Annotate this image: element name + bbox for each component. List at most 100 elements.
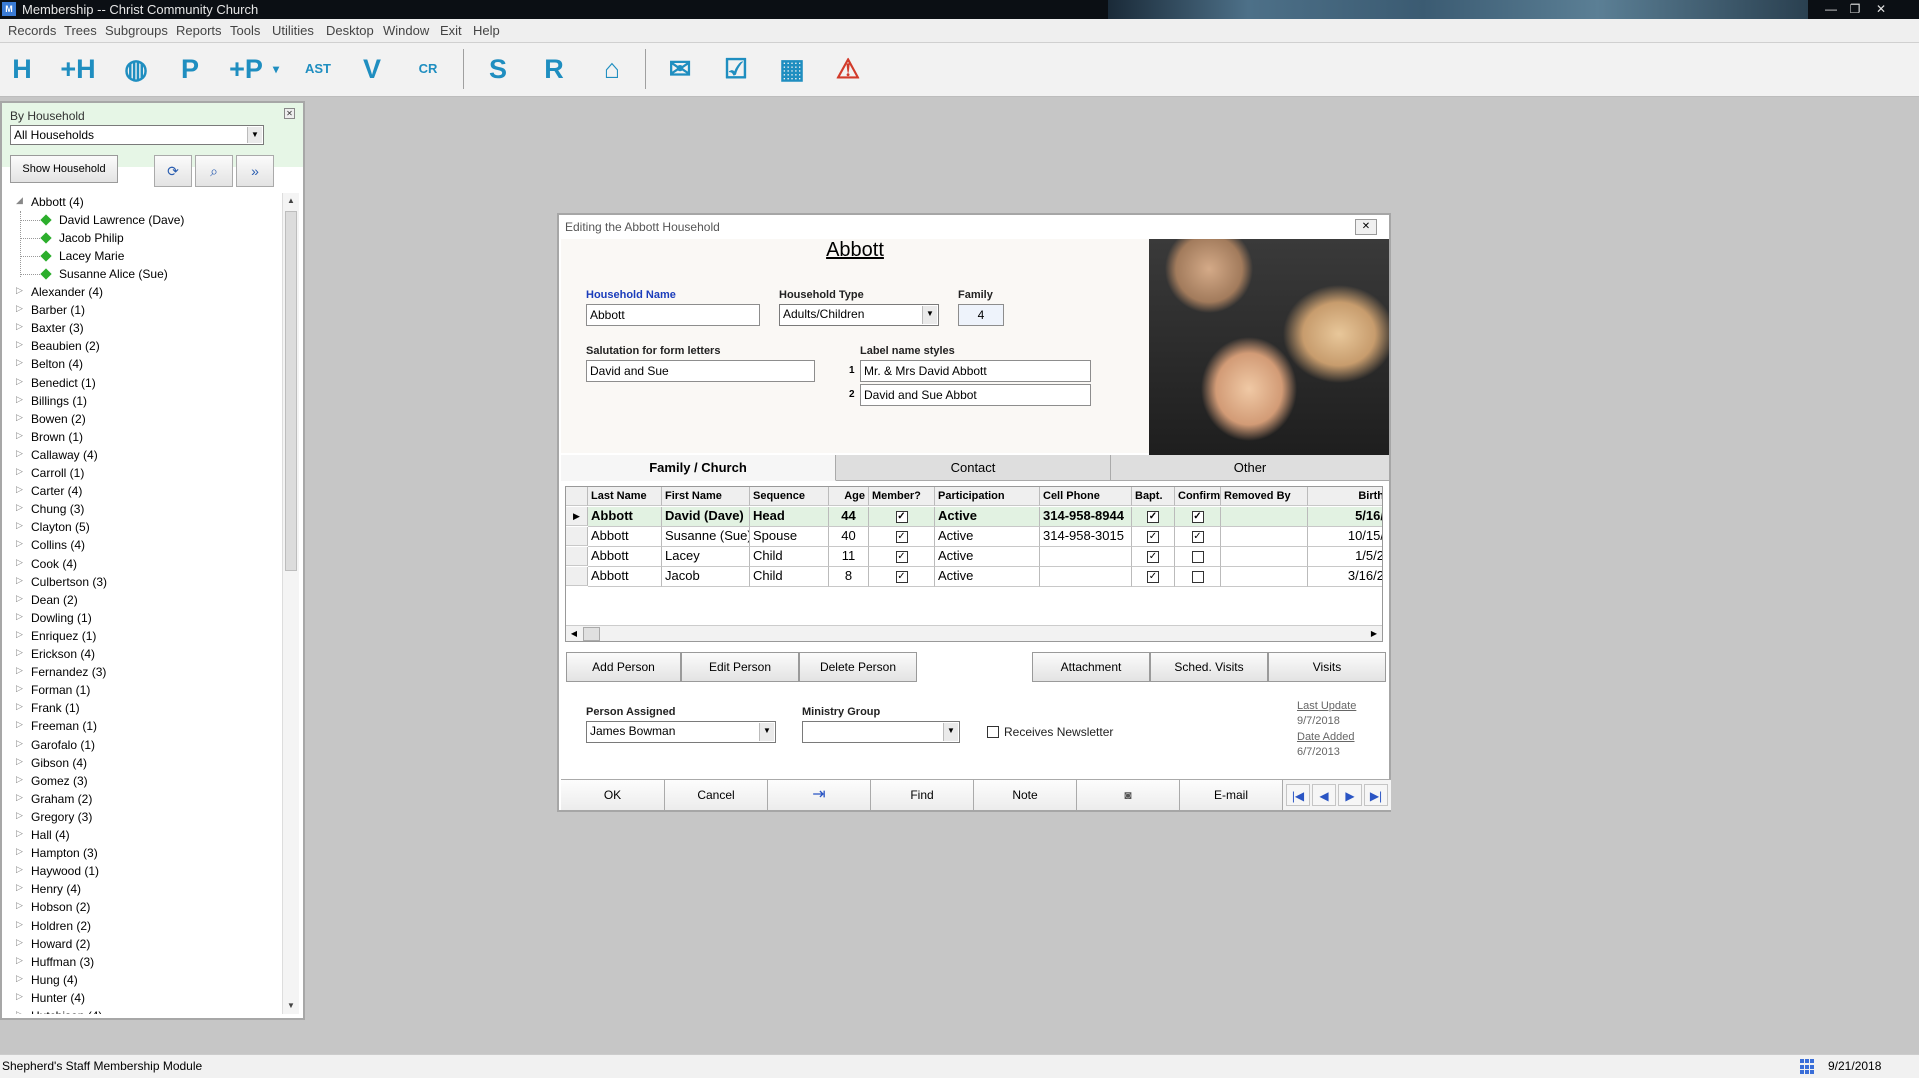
refresh-button[interactable]: ⟳ [154, 155, 192, 187]
cell-removed-by[interactable] [1221, 527, 1308, 547]
column-header-cell-phone[interactable]: Cell Phone [1040, 487, 1132, 506]
cell-removed-by[interactable] [1221, 567, 1308, 587]
expand-icon[interactable]: ▷ [16, 1009, 26, 1014]
contributions-button[interactable]: CR [408, 48, 448, 88]
expand-icon[interactable]: ▷ [16, 466, 26, 477]
household-name-field[interactable]: Abbott [586, 304, 760, 326]
household-nav-button[interactable]: ⇥ [768, 780, 871, 810]
salutation-field[interactable]: David and Sue [586, 360, 815, 382]
tree-node-household[interactable]: ▷ Hutchison (4) [2, 1007, 280, 1014]
cell-member[interactable]: ✓ [869, 547, 935, 567]
row-selector[interactable] [566, 547, 588, 566]
menu-reports[interactable]: Reports [176, 23, 222, 38]
cell-removed-by[interactable] [1221, 547, 1308, 567]
column-header-participation[interactable]: Participation [935, 487, 1040, 506]
previous-record-icon[interactable]: ◀ [1312, 784, 1336, 806]
first-record-icon[interactable]: |◀ [1286, 784, 1310, 806]
tree-node-person[interactable]: David Lawrence (Dave) [2, 211, 280, 229]
expand-icon[interactable]: ▷ [16, 430, 26, 441]
cell-participation[interactable]: Active [935, 567, 1040, 587]
menu-window[interactable]: Window [383, 23, 429, 38]
cell-member[interactable]: ✓ [869, 507, 935, 527]
camera-button[interactable]: ◙ [1077, 780, 1180, 810]
cancel-button[interactable]: Cancel [665, 780, 768, 810]
label-style-1-field[interactable]: Mr. & Mrs David Abbott [860, 360, 1091, 382]
visits-button[interactable]: Visits [1268, 652, 1386, 682]
tab-contact[interactable]: Contact [836, 455, 1111, 481]
tab-other[interactable]: Other [1111, 455, 1389, 481]
tree-node-household[interactable]: ▷ Fernandez (3) [2, 663, 280, 681]
expand-icon[interactable]: ▷ [16, 303, 26, 314]
cell-confirmed[interactable] [1175, 567, 1221, 587]
household-type-select[interactable]: Adults/Children ▼ [779, 304, 939, 326]
tree-node-household[interactable]: ▷ Culbertson (3) [2, 573, 280, 591]
tree-node-household[interactable]: ▷ Gibson (4) [2, 754, 280, 772]
scroll-thumb[interactable] [285, 211, 297, 571]
tree-node-household[interactable]: ▷ Brown (1) [2, 428, 280, 446]
tree-node-household[interactable]: ▷ Dean (2) [2, 591, 280, 609]
tree-node-person[interactable]: Susanne Alice (Sue) [2, 265, 280, 283]
tree-node-person[interactable]: Jacob Philip [2, 229, 280, 247]
person-button[interactable]: P [170, 48, 210, 88]
checkbox-icon[interactable]: ✓ [895, 550, 908, 563]
tree-node-household[interactable]: ▷ Hung (4) [2, 971, 280, 989]
cell-baptized[interactable]: ✓ [1132, 567, 1175, 587]
report-button[interactable]: R [534, 48, 574, 88]
panel-close-button[interactable]: ✕ [284, 108, 295, 119]
tree-node-household[interactable]: ▷ Carter (4) [2, 482, 280, 500]
checkbox-icon[interactable]: ✓ [895, 530, 908, 543]
tree-node-household[interactable]: ▷ Hobson (2) [2, 898, 280, 916]
cell-member[interactable]: ✓ [869, 567, 935, 587]
tree-node-household[interactable]: ▷ Carroll (1) [2, 464, 280, 482]
cell-age[interactable]: 44 [829, 507, 869, 527]
ok-button[interactable]: OK [561, 780, 665, 810]
tree-node-household[interactable]: ▷ Freeman (1) [2, 717, 280, 735]
tree-node-household[interactable]: ▷ Baxter (3) [2, 319, 280, 337]
row-selector[interactable]: ▶ [566, 507, 588, 526]
visitors-button[interactable]: V [352, 48, 392, 88]
cell-last-name[interactable]: Abbott [588, 567, 662, 587]
scroll-right-icon[interactable]: ▶ [1366, 626, 1382, 641]
windows-grid-icon[interactable] [1800, 1059, 1816, 1075]
menu-exit[interactable]: Exit [440, 23, 462, 38]
tree-scrollbar[interactable]: ▲ ▼ [282, 193, 299, 1014]
tree-node-household[interactable]: ▷ Frank (1) [2, 699, 280, 717]
checkbox-icon[interactable]: ✓ [1147, 530, 1159, 543]
tree-node-household[interactable]: ▷ Cook (4) [2, 555, 280, 573]
expand-icon[interactable]: ▷ [16, 756, 26, 767]
row-selector[interactable] [566, 527, 588, 546]
checkbox-icon[interactable] [1191, 550, 1204, 563]
menu-trees[interactable]: Trees [64, 23, 97, 38]
tree-node-household[interactable]: ▷ Gregory (3) [2, 808, 280, 826]
scroll-thumb[interactable] [583, 627, 600, 641]
checkbox-icon[interactable]: ✓ [1147, 550, 1159, 563]
expand-icon[interactable]: ▷ [16, 846, 26, 857]
row-selector[interactable] [566, 567, 588, 586]
search-globe-button[interactable]: ◍ [116, 48, 156, 88]
cell-confirmed[interactable]: ✓ [1175, 507, 1221, 527]
column-header-baptized[interactable]: Bapt. [1132, 487, 1175, 506]
ministry-group-select[interactable]: ▼ [802, 721, 960, 743]
person-assigned-select[interactable]: James Bowman ▼ [586, 721, 776, 743]
calendar-button[interactable]: ▦ [772, 48, 812, 88]
expand-icon[interactable]: ▷ [16, 575, 26, 586]
tree-node-household[interactable]: ▷ Gomez (3) [2, 772, 280, 790]
tree-node-household[interactable]: ▷ Beaubien (2) [2, 337, 280, 355]
maximize-button[interactable]: ❐ [1844, 1, 1866, 17]
cell-first-name[interactable]: David (Dave) [662, 507, 750, 527]
cell-confirmed[interactable] [1175, 547, 1221, 567]
expand-icon[interactable]: ▷ [16, 339, 26, 350]
tree-node-household[interactable]: ▷ Garofalo (1) [2, 736, 280, 754]
collapse-icon[interactable]: ◢ [16, 195, 26, 206]
cell-sequence[interactable]: Child [750, 567, 829, 587]
date-added-label[interactable]: Date Added [1297, 731, 1355, 743]
tree-node-household[interactable]: ▷ Forman (1) [2, 681, 280, 699]
cell-removed-by[interactable] [1221, 507, 1308, 527]
find-button[interactable]: Find [871, 780, 974, 810]
menu-subgroups[interactable]: Subgroups [105, 23, 168, 38]
column-header-member[interactable]: Member? [869, 487, 935, 506]
tree-node-household[interactable]: ▷ Hunter (4) [2, 989, 280, 1007]
attachment-button[interactable]: Attachment [1032, 652, 1150, 682]
find-button[interactable]: ⌕ [195, 155, 233, 187]
expand-icon[interactable]: ▷ [16, 774, 26, 785]
